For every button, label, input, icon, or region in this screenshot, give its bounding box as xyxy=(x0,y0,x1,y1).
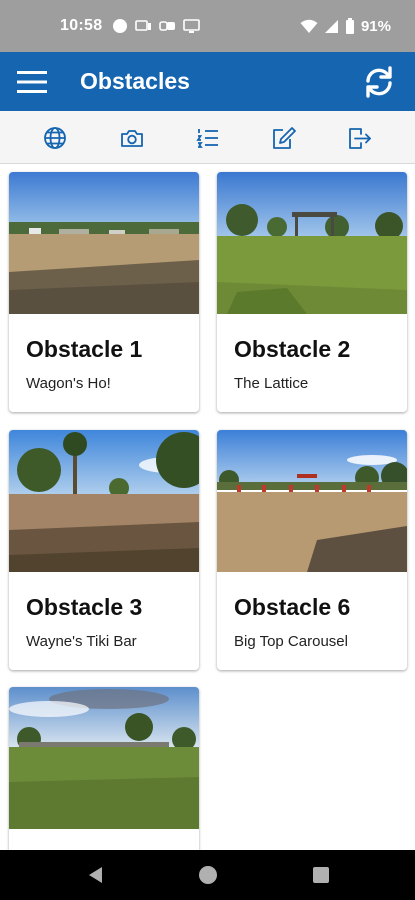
back-icon xyxy=(89,867,102,883)
obstacle-card[interactable] xyxy=(9,687,199,850)
signal-icon xyxy=(324,19,338,33)
link-icon xyxy=(159,21,176,31)
card-title: Obstacle 2 xyxy=(234,336,351,362)
back-button[interactable] xyxy=(83,863,107,887)
sync-icon xyxy=(366,65,392,98)
obstacle-photo xyxy=(217,172,407,314)
obstacle-card[interactable]: Obstacle 3 Wayne's Tiki Bar xyxy=(9,430,199,670)
obstacle-photo xyxy=(9,430,199,572)
list-button[interactable] xyxy=(194,124,222,152)
camera-button[interactable] xyxy=(118,124,146,152)
menu-button[interactable] xyxy=(2,52,62,111)
toolbar xyxy=(0,111,415,164)
page-title: Obstacles xyxy=(80,68,190,94)
system-nav-bar xyxy=(0,850,415,900)
camera-icon xyxy=(121,130,143,147)
obstacle-photo xyxy=(9,687,199,829)
notification-icons xyxy=(112,18,201,34)
home-icon xyxy=(199,866,217,884)
card-title: Obstacle 1 xyxy=(26,336,143,362)
globe-icon xyxy=(44,127,66,149)
card-subtitle: The Lattice xyxy=(234,375,309,392)
globe-button[interactable] xyxy=(41,124,69,152)
status-right: 91% xyxy=(300,18,391,35)
obstacle-card[interactable]: Obstacle 1 Wagon's Ho! xyxy=(9,172,199,412)
app-bar: Obstacles xyxy=(0,52,415,111)
obstacle-card[interactable]: Obstacle 2 The Lattice xyxy=(217,172,407,412)
obstacle-photo xyxy=(9,172,199,314)
card-subtitle: Wagon's Ho! xyxy=(26,375,111,392)
card-title: Obstacle 6 xyxy=(234,594,351,620)
hamburger-menu-icon xyxy=(17,70,47,93)
wifi-icon xyxy=(300,19,318,33)
card-subtitle: Big Top Carousel xyxy=(234,633,348,650)
media-cast-icon xyxy=(135,20,152,31)
list-icon xyxy=(196,129,218,148)
screen-icon xyxy=(183,18,201,33)
obstacle-photo xyxy=(217,430,407,572)
card-title: Obstacle 3 xyxy=(26,594,143,620)
obstacle-grid: Obstacle 1 Wagon's Ho! Obstacle 2 The La… xyxy=(0,164,415,850)
logout-icon xyxy=(349,128,371,149)
battery-percent: 91% xyxy=(360,17,391,35)
card-subtitle: Wayne's Tiki Bar xyxy=(26,633,137,650)
status-bar: 10:58 91% xyxy=(0,0,415,52)
logout-button[interactable] xyxy=(346,124,374,152)
recents-icon xyxy=(313,867,329,883)
status-time: 10:58 xyxy=(60,17,103,34)
edit-icon xyxy=(273,127,296,149)
sync-button[interactable] xyxy=(357,60,401,104)
home-button[interactable] xyxy=(196,863,220,887)
circle-notification-icon xyxy=(113,19,128,33)
battery-icon xyxy=(345,18,354,34)
recents-button[interactable] xyxy=(309,863,333,887)
obstacle-card[interactable]: Obstacle 6 Big Top Carousel xyxy=(217,430,407,670)
edit-button[interactable] xyxy=(270,124,298,152)
